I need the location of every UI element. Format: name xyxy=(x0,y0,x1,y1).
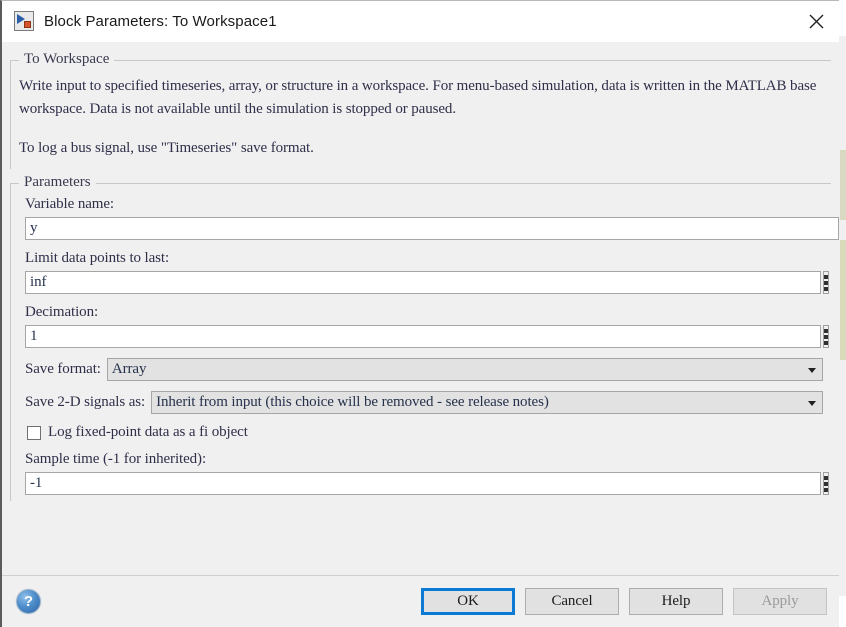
dot xyxy=(824,487,828,492)
dot xyxy=(824,340,828,345)
sample-time-label: Sample time (-1 for inherited): xyxy=(25,451,207,468)
log-fixed-point-row[interactable]: Log fixed-point data as a fi object xyxy=(27,424,823,441)
help-button[interactable]: Help xyxy=(629,588,723,615)
parameters-group: Parameters Variable name: y Limit data p… xyxy=(10,174,839,502)
limit-data-points-input[interactable]: inf xyxy=(25,271,821,295)
dot xyxy=(824,481,828,486)
cancel-button[interactable]: Cancel xyxy=(525,588,619,615)
save-format-value: Array xyxy=(111,361,147,378)
dot xyxy=(824,475,828,480)
variable-name-label: Variable name: xyxy=(25,196,114,213)
dot xyxy=(824,280,828,285)
apply-button: Apply xyxy=(733,588,827,615)
decimation-vertical-ellipsis-icon[interactable] xyxy=(823,325,829,349)
dialog-content: To Workspace Write input to specified ti… xyxy=(2,42,839,575)
limit-data-points-row: inf xyxy=(25,271,829,295)
dot xyxy=(824,334,828,339)
block-parameters-dialog: Block Parameters: To Workspace1 To Works… xyxy=(0,0,839,627)
variable-name-input[interactable]: y xyxy=(25,217,839,241)
limit-data-points-label: Limit data points to last: xyxy=(25,250,170,267)
description-paragraph-1: Write input to specified timeseries, arr… xyxy=(19,78,817,117)
description-group: To Workspace Write input to specified ti… xyxy=(10,51,831,170)
log-fixed-point-checkbox[interactable] xyxy=(27,425,41,440)
description-paragraph-2: To log a bus signal, use "Timeseries" sa… xyxy=(19,139,314,156)
dialog-footer: ? OK Cancel Help Apply xyxy=(2,575,839,627)
window-title: Block Parameters: To Workspace1 xyxy=(44,12,277,30)
sample-time-vertical-ellipsis-icon[interactable] xyxy=(823,472,829,496)
dot xyxy=(824,274,828,279)
chevron-down-icon xyxy=(808,367,816,373)
save-format-dropdown[interactable]: Array xyxy=(106,358,823,382)
icon-square-shape xyxy=(24,21,31,28)
description-group-legend: To Workspace xyxy=(19,51,115,68)
decimation-input[interactable]: 1 xyxy=(25,325,821,349)
log-fixed-point-label: Log fixed-point data as a fi object xyxy=(48,424,248,441)
sample-time-row: -1 xyxy=(25,472,829,496)
ok-button[interactable]: OK xyxy=(421,588,515,615)
decimation-row: 1 xyxy=(25,325,829,349)
simulink-block-icon xyxy=(14,11,34,31)
close-icon[interactable] xyxy=(793,1,839,41)
save-format-row: Save format: Array xyxy=(25,358,823,382)
dot xyxy=(824,328,828,333)
chevron-down-icon xyxy=(808,400,816,406)
title-bar: Block Parameters: To Workspace1 xyxy=(2,1,839,42)
decimation-label: Decimation: xyxy=(25,304,99,321)
parameters-group-legend: Parameters xyxy=(19,174,96,192)
background-window-content-b xyxy=(840,240,846,360)
background-window-content-a xyxy=(840,150,846,220)
sample-time-input[interactable]: -1 xyxy=(25,472,821,496)
dot xyxy=(824,286,828,291)
save-2d-signals-label: Save 2-D signals as: xyxy=(25,394,146,411)
save-2d-signals-dropdown[interactable]: Inherit from input (this choice will be … xyxy=(151,391,823,415)
save-2d-signals-row: Save 2-D signals as: Inherit from input … xyxy=(25,391,823,415)
help-circle-icon[interactable]: ? xyxy=(16,589,41,614)
limit-data-points-vertical-ellipsis-icon[interactable] xyxy=(823,271,829,295)
save-2d-signals-value: Inherit from input (this choice will be … xyxy=(156,394,549,411)
save-format-label: Save format: xyxy=(25,361,101,378)
button-group: OK Cancel Help Apply xyxy=(421,588,827,615)
